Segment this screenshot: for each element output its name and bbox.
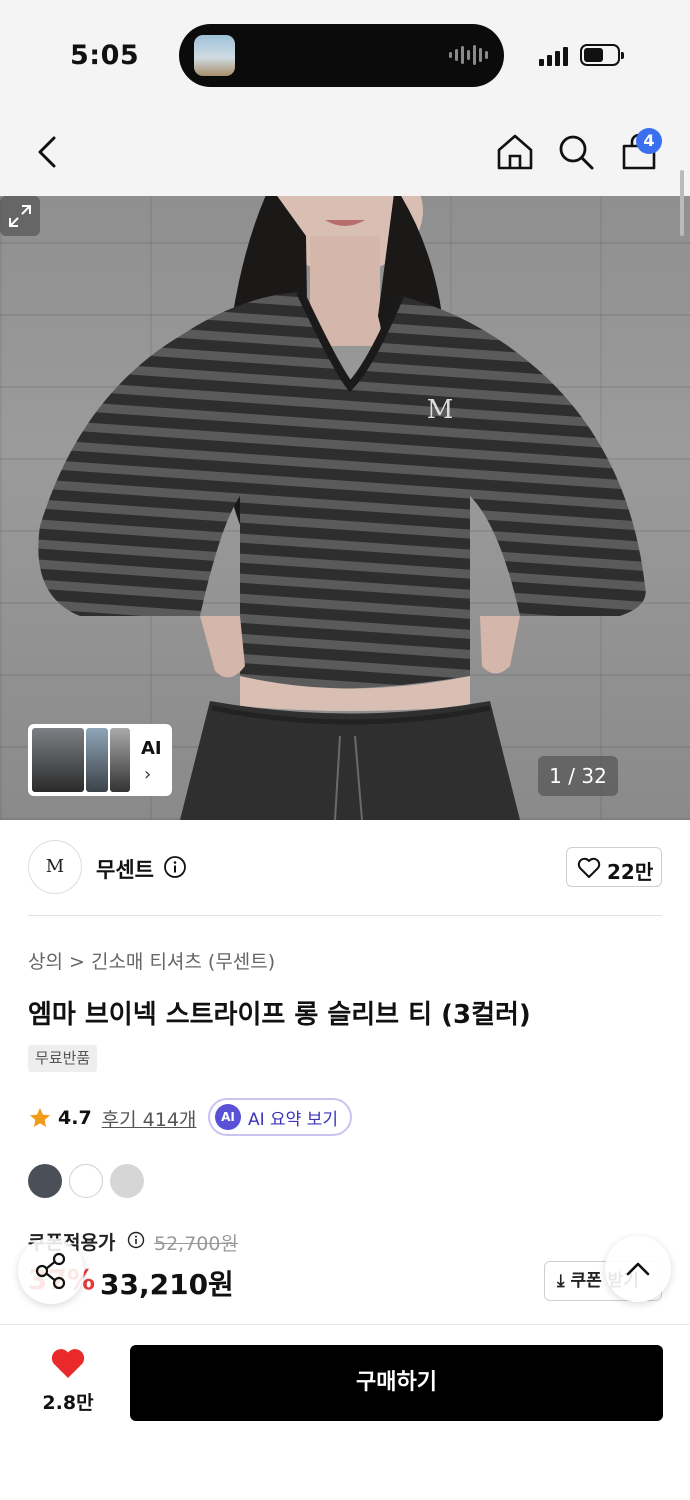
share-button[interactable] (18, 1238, 84, 1304)
sale-price: 33,210원 (100, 1268, 234, 1301)
brand-name[interactable]: 무센트 (96, 854, 154, 884)
ai-chip-label: AI (141, 738, 162, 759)
chevron-right-icon: › (144, 764, 152, 785)
search-icon[interactable] (554, 130, 598, 174)
rating-value: 4.7 (58, 1107, 92, 1129)
brand-logo[interactable]: M (28, 840, 82, 894)
original-price: 52,700원 (154, 1233, 238, 1255)
bottom-bar-divider (0, 1324, 690, 1325)
back-icon[interactable] (26, 130, 70, 174)
battery-icon (580, 44, 624, 66)
ai-thumbnail-1 (32, 728, 84, 792)
buy-button[interactable]: 구매하기 (130, 1345, 663, 1421)
expand-icon[interactable] (0, 196, 40, 236)
info-icon[interactable] (163, 855, 187, 879)
status-bar: 5:05 (0, 0, 690, 110)
cart-count-badge: 4 (636, 128, 662, 154)
breadcrumb[interactable]: 상의 > 긴소매 티셔츠 (무센트) (28, 947, 275, 974)
product-title: 엠마 브이넥 스트라이프 롱 슬리브 티 (3컬러) (28, 1000, 531, 1030)
scrollbar[interactable] (680, 170, 684, 236)
chevron-up-icon (626, 1262, 650, 1276)
heart-outline-icon (577, 857, 601, 878)
scroll-to-top-button[interactable] (605, 1236, 671, 1302)
now-playing-thumbnail (194, 35, 235, 76)
ai-summary-button[interactable]: AI AI 요약 보기 (208, 1098, 353, 1136)
wishlist-count: 2.8만 (42, 1392, 94, 1414)
image-counter: 1 / 32 (538, 756, 618, 796)
brand-like-button[interactable]: 22만 (566, 847, 662, 887)
review-count-link[interactable]: 후기 414개 (102, 1105, 197, 1132)
share-icon (35, 1252, 66, 1290)
ai-badge-icon: AI (215, 1104, 241, 1130)
ai-summary-label: AI 요약 보기 (248, 1109, 339, 1130)
free-return-tag: 무료반품 (28, 1045, 98, 1072)
shirt-logo: M (427, 395, 454, 425)
download-icon: ⤓ (557, 1271, 565, 1291)
home-icon[interactable] (493, 130, 537, 174)
status-time: 5:05 (70, 40, 140, 71)
color-swatch-charcoal[interactable] (28, 1164, 62, 1198)
product-image-gallery[interactable]: M AI › 1 / 32 (0, 196, 690, 820)
top-nav (0, 110, 690, 196)
info-icon[interactable] (127, 1231, 145, 1249)
dynamic-island (179, 24, 504, 87)
rating-row: 4.7 후기 414개 (28, 1103, 196, 1133)
ai-styling-chip[interactable]: AI › (28, 724, 172, 796)
color-swatch-light-gray[interactable] (110, 1164, 144, 1198)
ai-thumbnail-3 (110, 728, 130, 792)
ai-thumbnail-2 (86, 728, 108, 792)
divider (28, 915, 662, 916)
audio-wave-icon (449, 44, 488, 66)
wishlist-button[interactable]: 2.8만 (30, 1346, 106, 1420)
star-icon (30, 1108, 50, 1127)
color-swatch-white[interactable] (69, 1164, 103, 1198)
heart-filled-icon (51, 1349, 85, 1378)
cellular-signal-icon (539, 46, 568, 66)
brand-like-count: 22만 (607, 860, 654, 884)
